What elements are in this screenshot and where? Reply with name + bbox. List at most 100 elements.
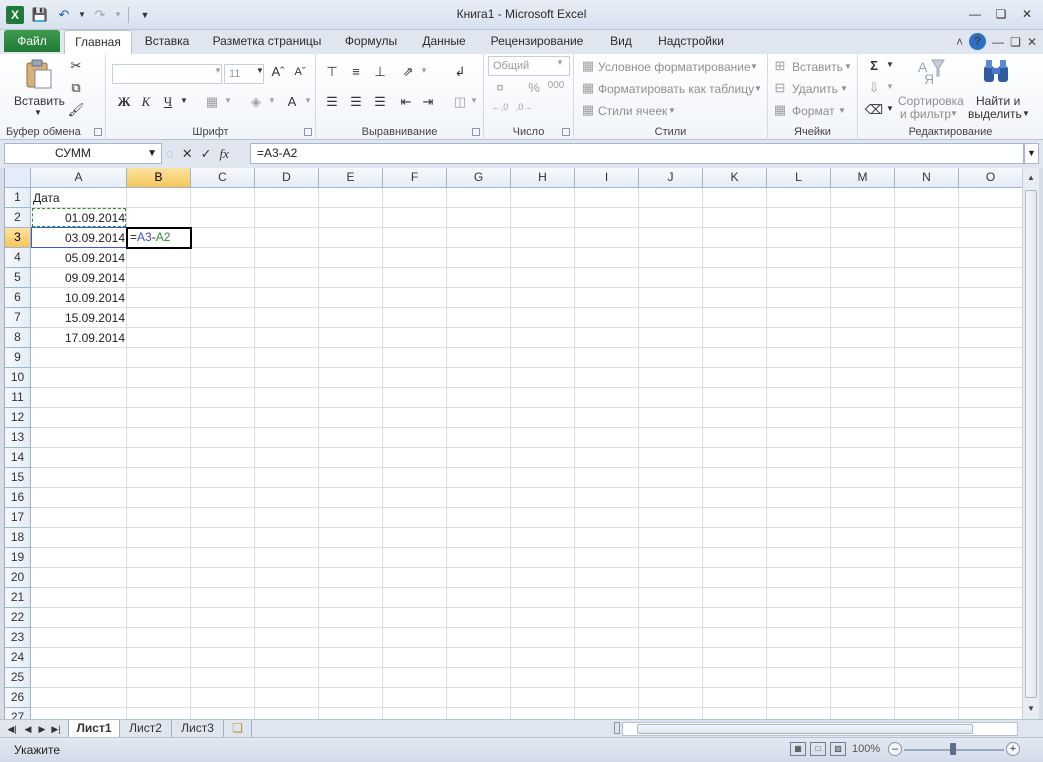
fill-dropdown-icon[interactable]: ▼ <box>880 82 900 91</box>
last-sheet-icon[interactable]: ▶| <box>50 722 62 736</box>
tab-formulas[interactable]: Формулы <box>336 30 406 54</box>
font-launcher-icon[interactable] <box>304 128 312 136</box>
column-header-C[interactable]: C <box>191 168 255 188</box>
first-sheet-icon[interactable]: ◀| <box>6 722 18 736</box>
row-header-27[interactable]: 27 <box>5 708 31 719</box>
row-header-3[interactable]: 3 <box>5 228 31 248</box>
column-header-E[interactable]: E <box>319 168 383 188</box>
worksheet-grid[interactable]: A B C D E F G H I J K L M N O 1 2 3 4 5 6 7 8 9 10 11 12 13 14 15 16 17… <box>4 168 1022 719</box>
underline-dropdown-icon[interactable]: ▼ <box>174 96 194 105</box>
align-left-icon[interactable]: ☰ <box>322 94 342 110</box>
delete-cells-button[interactable]: Удалить <box>792 82 838 96</box>
row-header-15[interactable]: 15 <box>5 468 31 488</box>
row-header-10[interactable]: 10 <box>5 368 31 388</box>
decrease-decimal-icon[interactable]: ,0→ <box>514 102 534 112</box>
doc-minimize-button[interactable]: — <box>992 35 1004 49</box>
column-header-A[interactable]: A <box>31 168 127 188</box>
row-header-4[interactable]: 4 <box>5 248 31 268</box>
format-as-table-icon[interactable]: ▦ <box>578 80 598 96</box>
fill-color-dropdown-icon[interactable]: ▼ <box>262 96 282 105</box>
column-header-K[interactable]: K <box>703 168 767 188</box>
row-header-23[interactable]: 23 <box>5 628 31 648</box>
paste-dropdown-icon[interactable]: ▼ <box>34 108 42 117</box>
cell-A6[interactable]: 10.09.2014 <box>31 288 127 308</box>
row-header-26[interactable]: 26 <box>5 688 31 708</box>
row-header-21[interactable]: 21 <box>5 588 31 608</box>
row-header-5[interactable]: 5 <box>5 268 31 288</box>
restore-button[interactable]: ❏ <box>991 6 1011 22</box>
delete-cells-dropdown-icon[interactable]: ▼ <box>840 84 848 93</box>
row-header-17[interactable]: 17 <box>5 508 31 528</box>
column-header-I[interactable]: I <box>575 168 639 188</box>
merge-dropdown-icon[interactable]: ▼ <box>464 96 484 105</box>
delete-cells-icon[interactable]: ⊟ <box>770 80 790 96</box>
vertical-scroll-thumb[interactable] <box>1025 190 1037 698</box>
cut-icon[interactable]: ✂ <box>66 58 86 74</box>
format-painter-icon[interactable]: 🖌 <box>66 102 86 118</box>
bold-button[interactable]: Ж <box>114 94 134 110</box>
tab-home[interactable]: Главная <box>64 30 132 54</box>
insert-cells-dropdown-icon[interactable]: ▼ <box>844 62 852 71</box>
paste-button[interactable]: Вставить <box>14 94 65 108</box>
row-header-2[interactable]: 2 <box>5 208 31 228</box>
alignment-launcher-icon[interactable] <box>472 128 480 136</box>
cell-styles-icon[interactable]: ▦ <box>578 102 598 118</box>
formula-input[interactable]: =A3-A2 <box>250 143 1024 164</box>
decrease-indent-icon[interactable]: ⇤ <box>396 94 416 110</box>
find-select-button-line2[interactable]: выделить <box>968 107 1022 121</box>
tab-split-handle[interactable] <box>614 722 620 734</box>
row-header-12[interactable]: 12 <box>5 408 31 428</box>
row-header-19[interactable]: 19 <box>5 548 31 568</box>
row-header-25[interactable]: 25 <box>5 668 31 688</box>
grow-font-icon[interactable]: Aˆ <box>268 64 288 79</box>
format-cells-icon[interactable]: ▦ <box>770 102 790 118</box>
column-header-N[interactable]: N <box>895 168 959 188</box>
format-as-table-dropdown-icon[interactable]: ▼ <box>754 84 762 93</box>
cancel-entry-icon[interactable]: ✕ <box>182 146 193 162</box>
currency-format-icon[interactable]: ¤ <box>490 80 510 95</box>
close-button[interactable]: ✕ <box>1017 6 1037 22</box>
sort-filter-dropdown-icon[interactable]: ▼ <box>950 109 958 118</box>
sort-filter-button-line2[interactable]: и фильтр <box>900 107 951 121</box>
number-format-dropdown-icon[interactable]: ▼ <box>550 58 570 67</box>
collapse-ribbon-icon[interactable]: ˄ <box>956 35 963 49</box>
orientation-dropdown-icon[interactable]: ▼ <box>414 66 434 75</box>
format-as-table-button[interactable]: Форматировать как таблицу <box>598 82 754 96</box>
row-header-24[interactable]: 24 <box>5 648 31 668</box>
borders-dropdown-icon[interactable]: ▼ <box>218 96 238 105</box>
prev-sheet-icon[interactable]: ◀ <box>22 722 34 736</box>
tab-view[interactable]: Вид <box>600 30 642 54</box>
row-header-14[interactable]: 14 <box>5 448 31 468</box>
column-header-F[interactable]: F <box>383 168 447 188</box>
name-box[interactable]: СУММ ▼ <box>4 143 162 164</box>
row-header-22[interactable]: 22 <box>5 608 31 628</box>
page-break-view-icon[interactable]: ▨ <box>830 742 846 756</box>
sort-filter-button[interactable]: Сортировка <box>898 94 964 108</box>
align-bottom-icon[interactable]: ⊥ <box>370 64 390 80</box>
cell-A1[interactable]: Дата <box>31 188 127 208</box>
cell-styles-button[interactable]: Стили ячеек <box>598 104 667 118</box>
expand-formula-bar-icon[interactable]: ▼ <box>1024 143 1039 164</box>
autosum-dropdown-icon[interactable]: ▼ <box>880 60 900 69</box>
row-header-9[interactable]: 9 <box>5 348 31 368</box>
conditional-formatting-dropdown-icon[interactable]: ▼ <box>750 62 758 71</box>
minimize-button[interactable]: — <box>965 6 985 22</box>
align-right-icon[interactable]: ☰ <box>370 94 390 110</box>
row-header-18[interactable]: 18 <box>5 528 31 548</box>
align-center-icon[interactable]: ☰ <box>346 94 366 110</box>
conditional-formatting-icon[interactable]: ▦ <box>578 58 598 74</box>
clipboard-launcher-icon[interactable] <box>94 128 102 136</box>
cell-A4[interactable]: 05.09.2014 <box>31 248 127 268</box>
scroll-down-icon[interactable]: ▼ <box>1023 701 1039 717</box>
insert-function-button[interactable]: fx <box>220 146 229 162</box>
paste-icon[interactable] <box>22 58 54 90</box>
column-header-L[interactable]: L <box>767 168 831 188</box>
number-launcher-icon[interactable] <box>562 128 570 136</box>
horizontal-scrollbar[interactable] <box>622 722 1018 736</box>
sheet-tab-3[interactable]: Лист3 <box>172 720 224 737</box>
font-name-select[interactable] <box>112 64 222 84</box>
find-select-icon[interactable] <box>980 56 1012 88</box>
zoom-in-icon[interactable]: + <box>1006 742 1020 756</box>
row-header-1[interactable]: 1 <box>5 188 31 208</box>
cell-A7[interactable]: 15.09.2014 <box>31 308 127 328</box>
